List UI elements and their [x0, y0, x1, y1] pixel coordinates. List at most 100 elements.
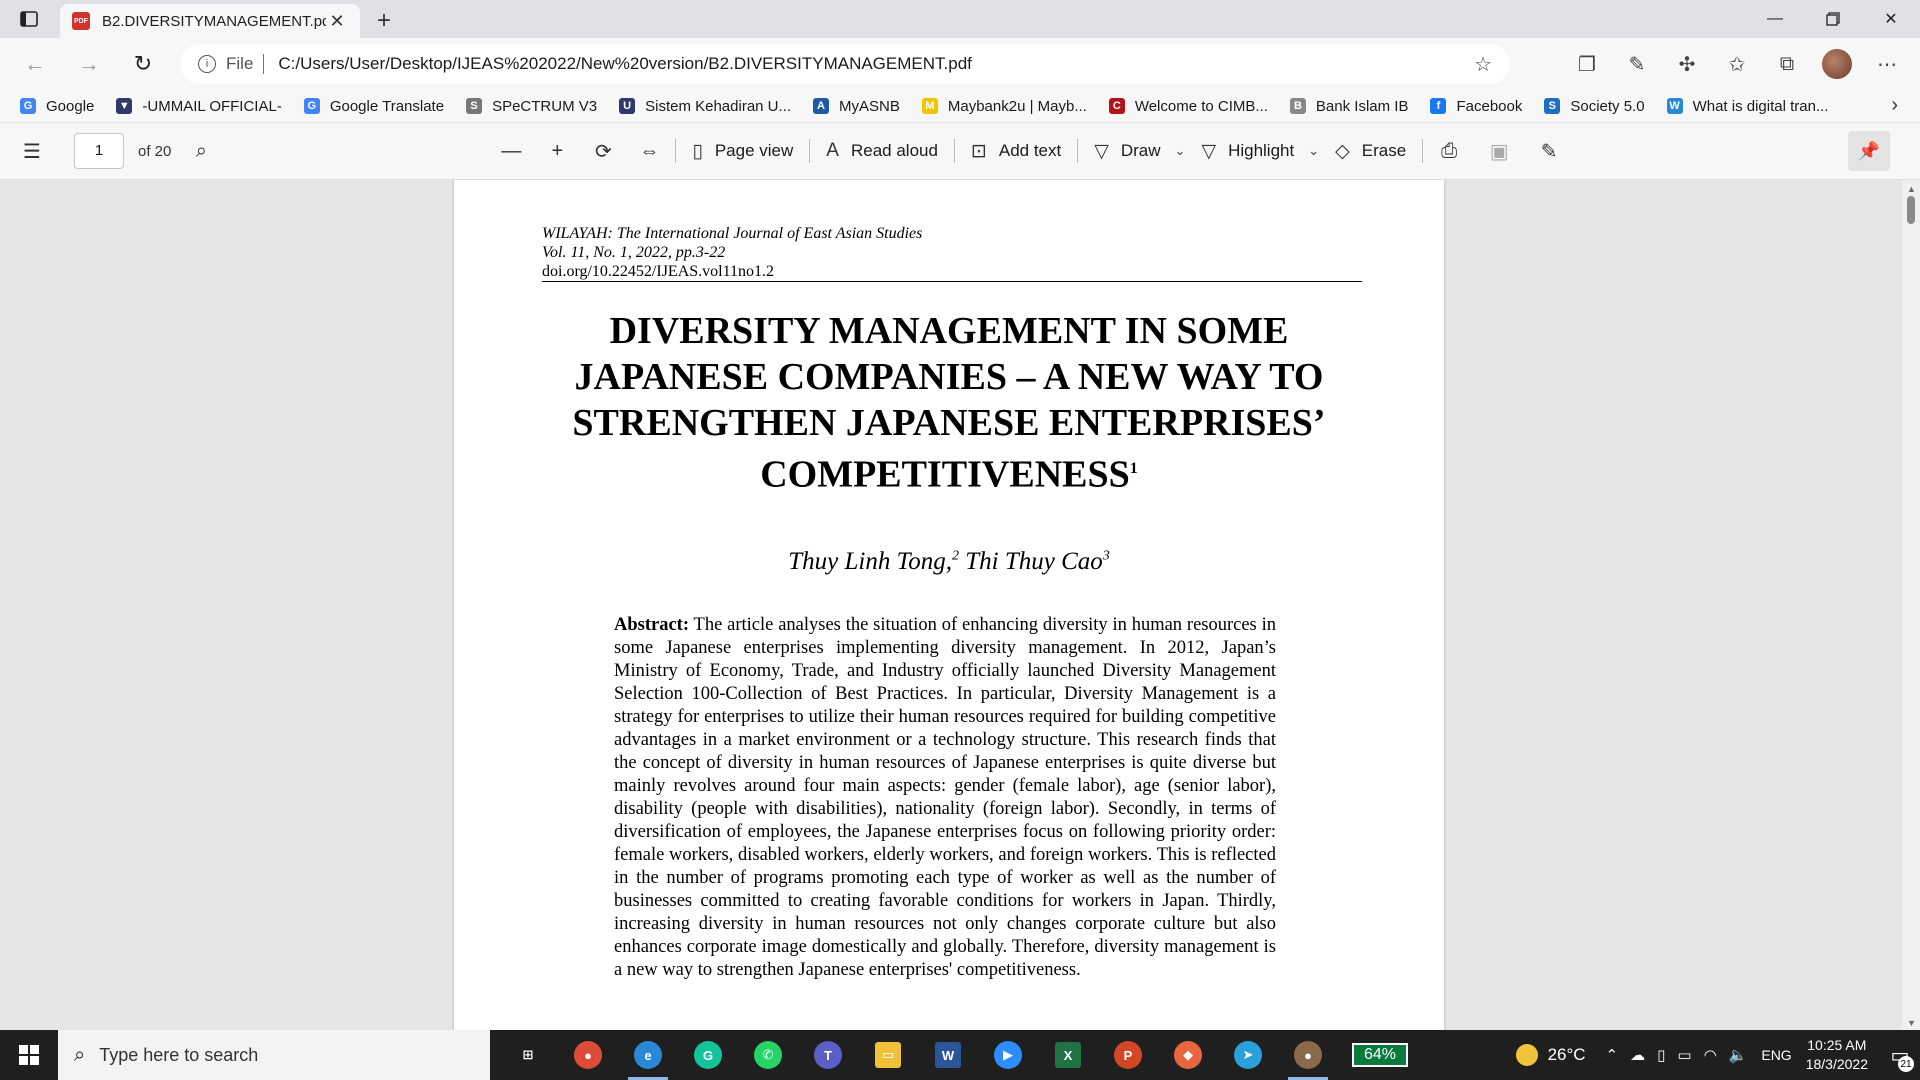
clock[interactable]: 10:25 AM 18/3/2022: [1806, 1036, 1868, 1074]
collections-button[interactable]: ⧉: [1762, 44, 1812, 84]
plus-icon: +: [551, 139, 564, 162]
pdf-viewer[interactable]: WILAYAH: The International Journal of Ea…: [0, 180, 1920, 1030]
highlight-button[interactable]: ▽ Highlight: [1191, 131, 1304, 171]
save-as-button[interactable]: ✎: [1529, 131, 1569, 171]
volume-icon[interactable]: 🔈: [1729, 1046, 1748, 1064]
add-text-button[interactable]: ⊡ Add text: [961, 131, 1071, 171]
close-tab-button[interactable]: ✕: [326, 11, 348, 32]
bookmark-item[interactable]: C Welcome to CIMB...: [1108, 98, 1268, 115]
author-name: Thi Thuy Cao: [958, 548, 1103, 575]
forward-button[interactable]: →: [62, 44, 116, 84]
bookmark-item[interactable]: M Maybank2u | Mayb...: [921, 98, 1087, 115]
vertical-scrollbar[interactable]: ▲ ▼: [1902, 180, 1920, 1030]
bookmark-favicon-icon: G: [303, 98, 320, 114]
bookmark-item[interactable]: f Facebook: [1430, 98, 1522, 115]
taskbar-app-word[interactable]: W: [918, 1030, 978, 1080]
taskbar-app-excel[interactable]: X: [1038, 1030, 1098, 1080]
page-view-button[interactable]: ▯ Page view: [682, 131, 803, 171]
extension-button[interactable]: ❐: [1562, 44, 1612, 84]
title-line: JAPANESE COMPANIES – A NEW WAY TO: [574, 356, 1324, 398]
erase-button[interactable]: ◇ Erase: [1325, 131, 1416, 171]
scroll-down-icon[interactable]: ▼: [1907, 1018, 1916, 1028]
draw-button[interactable]: ▽ Draw: [1084, 131, 1170, 171]
title-footnote: 1: [1129, 460, 1138, 477]
bookmark-favicon-icon: B: [1289, 98, 1306, 114]
highlight-options-button[interactable]: ⌄: [1308, 143, 1319, 159]
taskbar-app-whatsapp[interactable]: ✆: [738, 1030, 798, 1080]
extension-icon: ❐: [1578, 53, 1596, 76]
bookmark-item[interactable]: U Sistem Kehadiran U...: [619, 98, 791, 115]
page-number-input[interactable]: 1: [74, 133, 124, 169]
device-icon[interactable]: ▯: [1657, 1046, 1665, 1064]
zoom-out-button[interactable]: —: [491, 131, 531, 171]
tab-actions-button[interactable]: [0, 0, 58, 38]
read-aloud-button[interactable]: A Read aloud: [816, 131, 948, 171]
draw-options-button[interactable]: ⌄: [1175, 143, 1186, 159]
notifications-button[interactable]: ▭ 21: [1880, 1030, 1920, 1080]
print-icon: ⎙: [1441, 139, 1458, 162]
bookmark-favicon-icon: C: [1108, 98, 1125, 114]
profile-button[interactable]: [1812, 44, 1862, 84]
new-tab-button[interactable]: +: [364, 4, 404, 38]
taskbar-app-task-view[interactable]: ⊞: [498, 1030, 558, 1080]
toolbar-divider: [809, 139, 811, 163]
settings-more-button[interactable]: ⋯: [1862, 44, 1912, 84]
taskbar-app-grammarly[interactable]: G: [678, 1030, 738, 1080]
close-window-button[interactable]: ✕: [1862, 0, 1920, 38]
taskbar-app-color-app[interactable]: ◆: [1158, 1030, 1218, 1080]
favorites-button[interactable]: ✩: [1712, 44, 1762, 84]
rotate-button[interactable]: ⟳: [583, 131, 623, 171]
extension-pen-button[interactable]: ✎: [1612, 44, 1662, 84]
battery-icon[interactable]: ▭: [1677, 1046, 1691, 1064]
pin-toolbar-button[interactable]: 📌: [1848, 131, 1890, 171]
bookmark-item[interactable]: A MyASNB: [813, 98, 900, 115]
taskbar-app-zoom[interactable]: ▶: [978, 1030, 1038, 1080]
add-favorite-button[interactable]: ☆: [1474, 52, 1492, 77]
refresh-button[interactable]: ↻: [116, 44, 170, 84]
search-icon: ⌕: [74, 1043, 86, 1066]
restore-button[interactable]: [1804, 0, 1862, 38]
extensions-button[interactable]: ✣: [1662, 44, 1712, 84]
taskbar-app-edge[interactable]: e: [618, 1030, 678, 1080]
bookmark-item[interactable]: W What is digital tran...: [1666, 98, 1828, 115]
info-icon[interactable]: i: [198, 55, 216, 73]
taskbar-app-telegram[interactable]: ➤: [1218, 1030, 1278, 1080]
taskbar-app-chrome-profile[interactable]: ●: [1278, 1030, 1338, 1080]
author-name: Thuy Linh Tong,: [788, 548, 952, 575]
wifi-icon[interactable]: ◠: [1704, 1046, 1717, 1064]
cloud-icon[interactable]: ☁: [1630, 1046, 1645, 1064]
fit-page-button[interactable]: ⇔: [629, 131, 669, 171]
back-button[interactable]: ←: [8, 44, 62, 84]
language-indicator[interactable]: ENG: [1761, 1047, 1791, 1063]
minimize-button[interactable]: —: [1746, 0, 1804, 38]
start-button[interactable]: [0, 1030, 58, 1080]
battery-indicator[interactable]: 64%: [1352, 1043, 1409, 1067]
taskbar-app-teams[interactable]: T: [798, 1030, 858, 1080]
find-button[interactable]: ⌕: [181, 131, 221, 171]
bookmark-item[interactable]: G Google: [20, 98, 94, 115]
contents-button[interactable]: ☰: [12, 131, 52, 171]
save-button[interactable]: ▣: [1479, 131, 1519, 171]
scroll-thumb[interactable]: [1907, 196, 1915, 224]
more-bookmarks-chevron-icon[interactable]: ›: [1891, 94, 1898, 117]
print-button[interactable]: ⎙: [1429, 131, 1469, 171]
bookmark-item[interactable]: B Bank Islam IB: [1289, 98, 1408, 115]
scroll-up-icon[interactable]: ▲: [1907, 184, 1916, 194]
bookmark-item[interactable]: G Google Translate: [303, 98, 444, 115]
title-line-text: COMPETITIVENESS: [760, 453, 1130, 496]
browser-tab-active[interactable]: PDF B2.DIVERSITYMANAGEMENT.pdf ✕: [60, 4, 360, 38]
bookmark-item[interactable]: S Society 5.0: [1544, 98, 1645, 115]
taskbar-search-input[interactable]: ⌕ Type here to search: [58, 1030, 490, 1080]
taskbar-app-chrome[interactable]: ●: [558, 1030, 618, 1080]
url-input[interactable]: i File C:/Users/User/Desktop/IJEAS%20202…: [180, 44, 1510, 84]
chevron-up-icon[interactable]: ⌃: [1606, 1046, 1619, 1064]
bookmark-item[interactable]: S SPeCTRUM V3: [466, 98, 597, 115]
weather-widget[interactable]: 26°C: [1515, 1044, 1586, 1066]
notification-count: 21: [1898, 1056, 1914, 1072]
bookmark-item[interactable]: ▼ -UMMAIL OFFICIAL-: [116, 98, 282, 115]
chrome-profile-icon: ●: [1294, 1041, 1322, 1069]
page-count: of 20: [138, 142, 172, 160]
zoom-in-button[interactable]: +: [537, 131, 577, 171]
taskbar-app-file-explorer[interactable]: ▭: [858, 1030, 918, 1080]
taskbar-app-powerpoint[interactable]: P: [1098, 1030, 1158, 1080]
